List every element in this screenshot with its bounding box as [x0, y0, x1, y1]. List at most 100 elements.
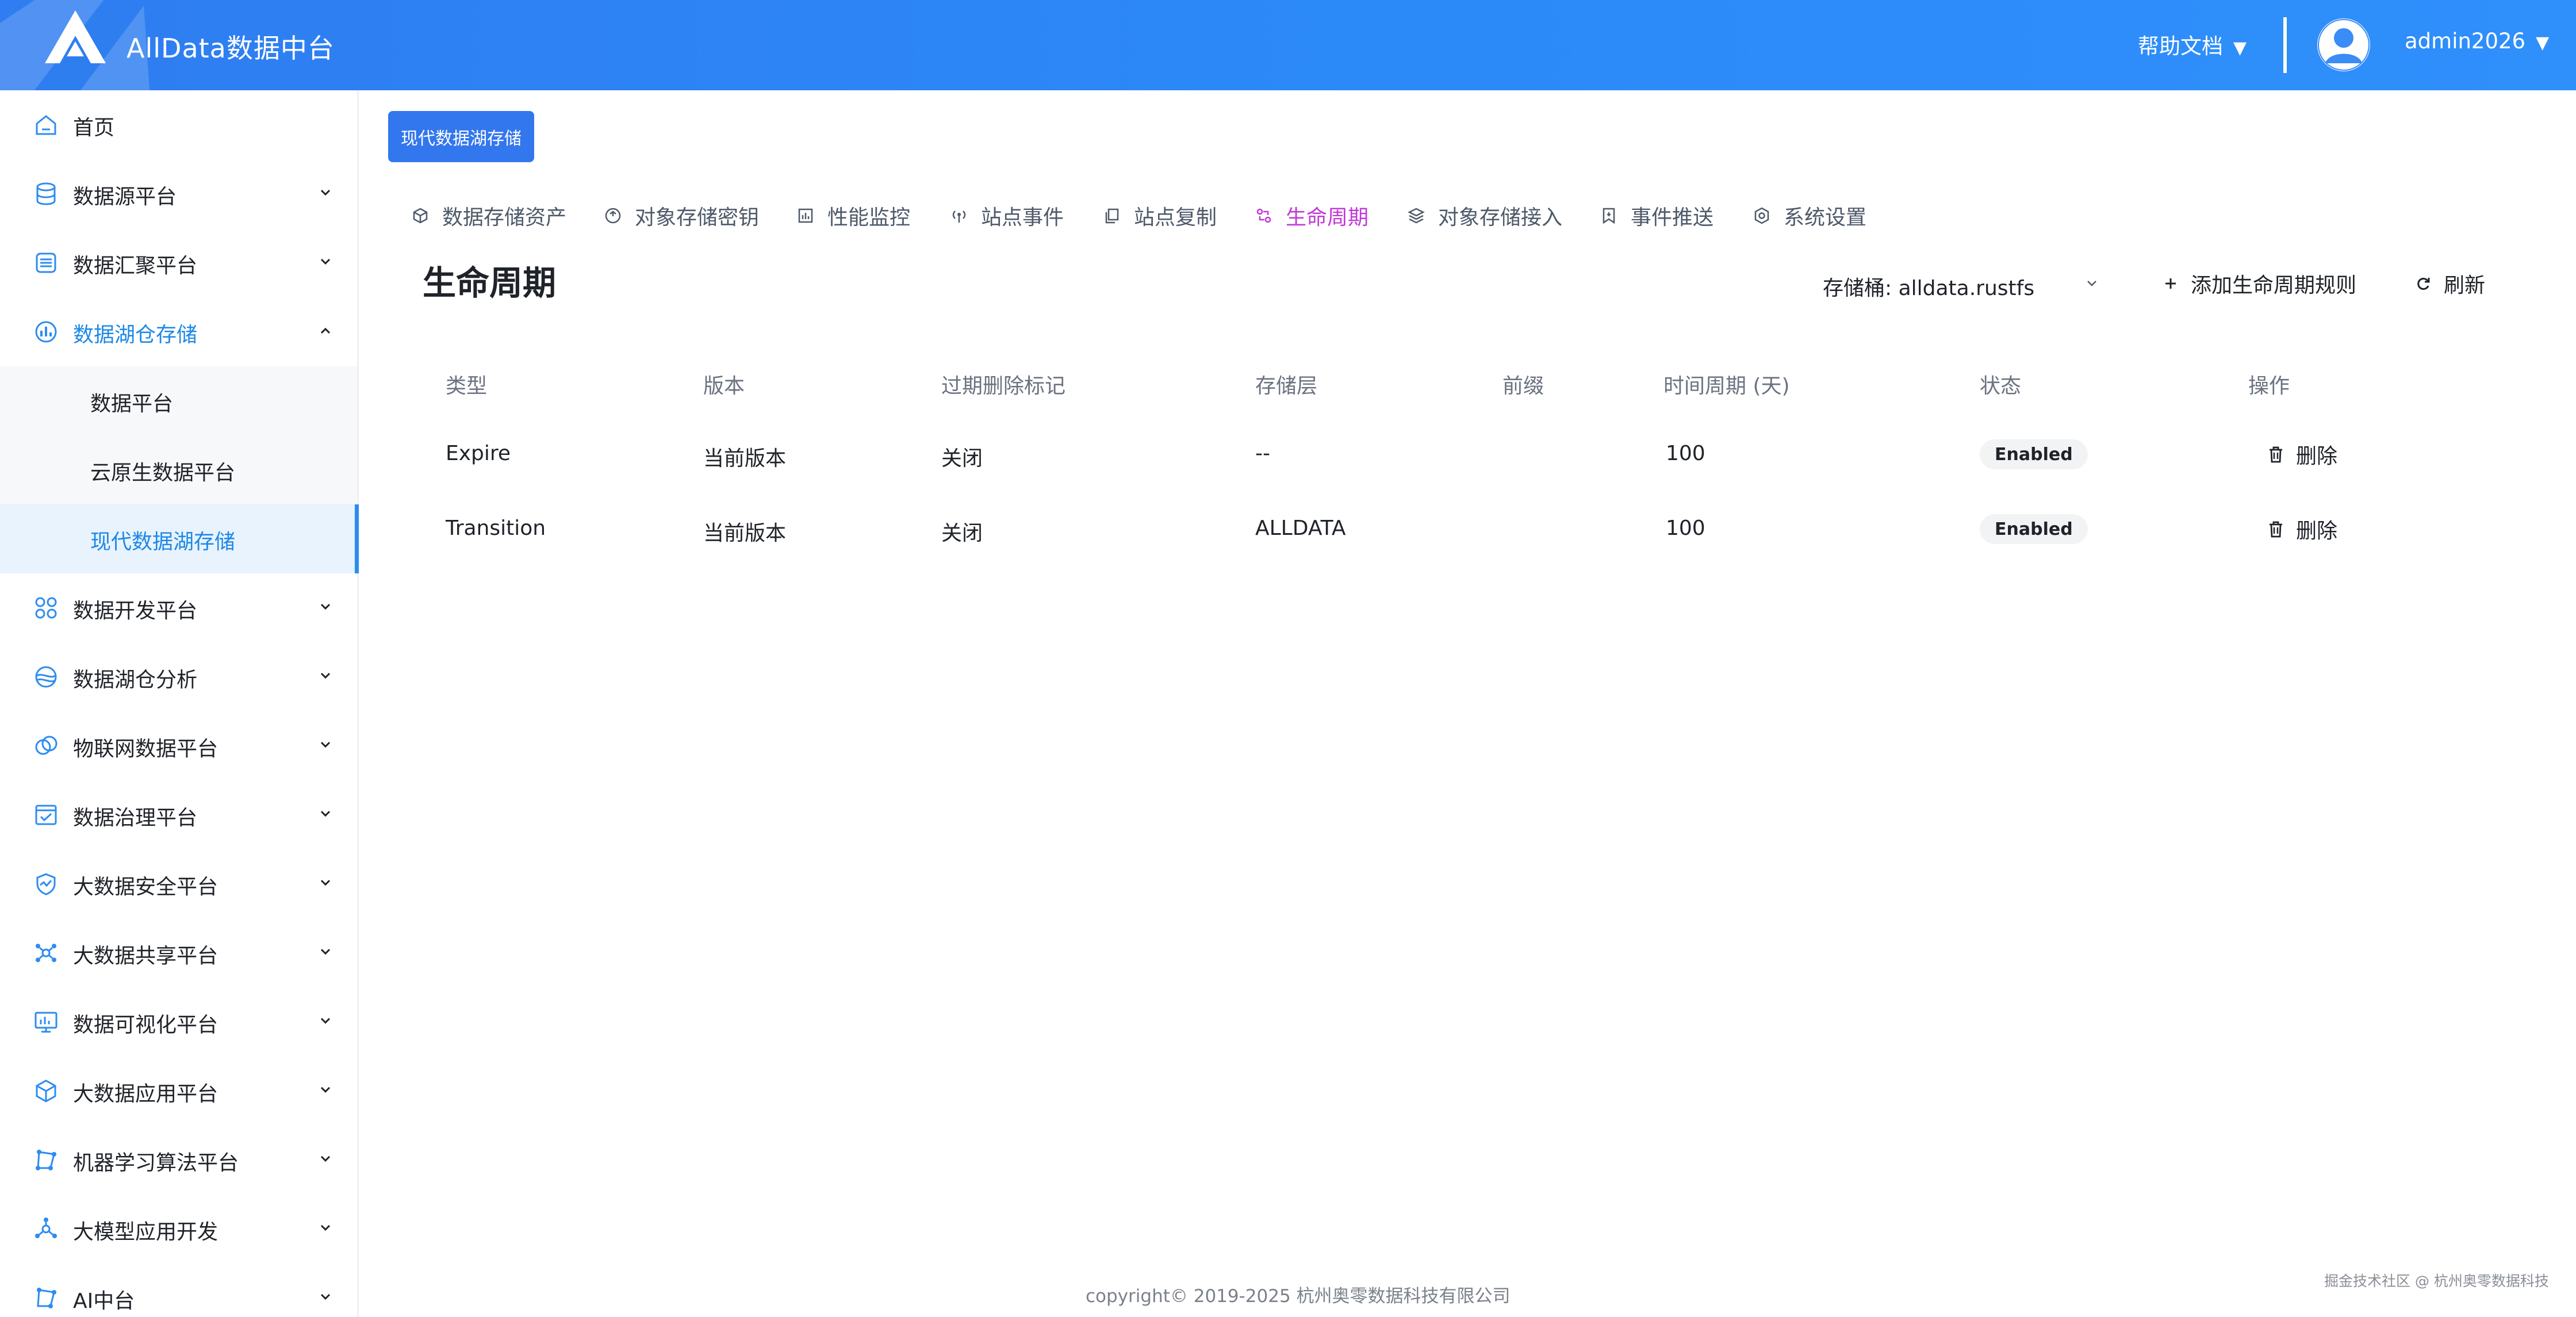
refresh-label: 刷新: [2444, 274, 2486, 297]
sidebar-item-label: 大数据安全平台: [73, 875, 218, 899]
sidebar-item-label: 物联网数据平台: [73, 737, 218, 761]
status-badge: Enabled: [1980, 439, 2088, 469]
sidebar-item-application[interactable]: 大数据应用平台: [0, 1056, 357, 1125]
tab-system-settings[interactable]: 系统设置: [1753, 201, 1866, 230]
tab-performance[interactable]: 性能监控: [796, 201, 910, 230]
sidebar-item-security[interactable]: 大数据安全平台: [0, 849, 357, 918]
alldata-logo: [45, 10, 106, 63]
sidebar-subitem-label: 云原生数据平台: [90, 461, 236, 485]
tab-access-keys[interactable]: 对象存储密钥: [604, 201, 759, 230]
tab-site-replication[interactable]: 站点复制: [1103, 201, 1217, 230]
cell-delete-marker: 关闭: [941, 447, 983, 470]
sidebar-item-llm[interactable]: 大模型应用开发: [0, 1195, 357, 1264]
cell-days: 100: [1666, 516, 1705, 540]
delete-button[interactable]: 删除: [2267, 515, 2337, 543]
add-lifecycle-rule-button[interactable]: 添加生命周期规则: [2162, 269, 2356, 298]
delete-button[interactable]: 删除: [2267, 440, 2337, 469]
tab-object-storage-access[interactable]: 对象存储接入: [1407, 201, 1562, 230]
sidebar-item-label: 大数据应用平台: [73, 1082, 218, 1106]
tab-label: 系统设置: [1784, 206, 1867, 229]
lake-analysis-icon: [35, 666, 57, 688]
chevron-down-icon: [320, 1155, 331, 1162]
tab-storage-assets[interactable]: 数据存储资产: [411, 201, 566, 230]
cell-type: Expire: [446, 442, 511, 465]
chevron-down-icon: [320, 741, 331, 748]
user-menu[interactable]: admin2026 ▼: [2405, 29, 2549, 53]
sidebar-item-label: AI中台: [73, 1289, 135, 1313]
sidebar-item-label: 数据开发平台: [73, 599, 198, 623]
chevron-up-icon: [320, 327, 331, 334]
tab-label: 站点事件: [981, 206, 1064, 229]
key-circle-icon: [605, 208, 621, 224]
sidebar-subitem-cloud-native[interactable]: 云原生数据平台: [0, 435, 357, 504]
cell-tier: --: [1255, 442, 1270, 465]
chevron-down-icon: [320, 1086, 331, 1093]
sidebar-item-label: 数据可视化平台: [73, 1013, 218, 1037]
chevron-down-icon: [320, 1293, 331, 1300]
tab-label: 对象存储密钥: [635, 206, 760, 229]
refresh-button[interactable]: 刷新: [2415, 269, 2485, 298]
sidebar-item-ai[interactable]: AI中台: [0, 1264, 357, 1317]
sidebar-item-visualization[interactable]: 数据可视化平台: [0, 987, 357, 1056]
chevron-down-icon: [320, 1224, 331, 1231]
sidebar-item-datasource[interactable]: 数据源平台: [0, 159, 357, 228]
chevron-down-icon: [320, 810, 331, 817]
sidebar-item-label: 数据源平台: [73, 185, 177, 209]
sidebar-item-iot[interactable]: 物联网数据平台: [0, 711, 357, 780]
chevron-down-icon: [320, 948, 331, 955]
caret-down-icon: ▼: [2233, 38, 2247, 58]
breadcrumb-tag[interactable]: 现代数据湖存储: [388, 111, 534, 162]
tab-label: 数据存储资产: [442, 206, 567, 229]
cell-type: Transition: [446, 516, 546, 540]
column-header-type: 类型: [446, 374, 488, 398]
refresh-icon: [2417, 278, 2430, 290]
tab-lifecycle[interactable]: 生命周期: [1255, 201, 1368, 230]
column-header-days: 时间周期 (天): [1663, 374, 1790, 398]
delete-label: 删除: [2296, 445, 2338, 468]
sidebar-item-label: 机器学习算法平台: [73, 1151, 239, 1175]
tab-site-events[interactable]: 站点事件: [950, 201, 1064, 230]
cell-version: 当前版本: [703, 522, 787, 545]
column-header-version: 版本: [703, 374, 745, 398]
chevron-down-icon: [320, 258, 331, 265]
sidebar-item-data-dev[interactable]: 数据开发平台: [0, 573, 357, 642]
sidebar-item-data-collection[interactable]: 数据汇聚平台: [0, 228, 357, 297]
tab-label: 事件推送: [1631, 206, 1714, 229]
sidebar-subitem-modern-lake-storage[interactable]: 现代数据湖存储: [0, 504, 359, 573]
header-divider: [2283, 17, 2287, 73]
page-title: 生命周期: [423, 263, 557, 303]
sidebar: 首页 数据源平台 数据汇聚平台 数据湖仓存储 数据平台 云原生数据平台 现代数据…: [0, 90, 359, 1317]
chevron-down-icon: [320, 672, 331, 679]
share-icon: [36, 944, 56, 962]
sidebar-item-label: 大模型应用开发: [73, 1220, 218, 1244]
help-docs-label: 帮助文档: [2138, 34, 2223, 59]
sidebar-item-lake-analysis[interactable]: 数据湖仓分析: [0, 642, 357, 711]
sidebar-item-home[interactable]: 首页: [0, 90, 357, 159]
sidebar-item-label: 首页: [73, 116, 115, 140]
avatar[interactable]: [2317, 18, 2370, 71]
plus-icon: [2165, 278, 2176, 289]
top-header: AllData数据中台 帮助文档 ▼ admin2026 ▼: [0, 0, 2576, 90]
status-badge: Enabled: [1980, 514, 2088, 544]
sidebar-item-lakehouse-storage[interactable]: 数据湖仓存储: [0, 297, 357, 366]
iot-icon: [35, 736, 57, 755]
help-docs-menu[interactable]: 帮助文档 ▼: [2138, 29, 2247, 60]
app-title: AllData数据中台: [126, 33, 335, 64]
sidebar-item-sharing[interactable]: 大数据共享平台: [0, 918, 357, 987]
sidebar-item-label: 大数据共享平台: [73, 944, 218, 968]
bucket-select[interactable]: 存储桶: alldata.rustfs: [1823, 271, 2034, 301]
sidebar-item-label: 数据湖仓分析: [73, 668, 198, 692]
delete-label: 删除: [2296, 519, 2338, 543]
chevron-down-icon: [320, 189, 331, 196]
tab-label: 性能监控: [827, 206, 911, 229]
sidebar-item-governance[interactable]: 数据治理平台: [0, 780, 357, 849]
sidebar-item-label: 数据汇聚平台: [73, 254, 198, 278]
sidebar-subitem-data-platform[interactable]: 数据平台: [0, 366, 357, 435]
chevron-down-icon: [320, 1017, 331, 1024]
trash-icon: [2270, 521, 2282, 538]
chevron-down-icon[interactable]: [2083, 275, 2100, 292]
llm-icon: [35, 1218, 57, 1238]
bookmark-icon: [1603, 208, 1615, 224]
tab-event-push[interactable]: 事件推送: [1600, 201, 1713, 230]
sidebar-item-ml[interactable]: 机器学习算法平台: [0, 1125, 357, 1195]
